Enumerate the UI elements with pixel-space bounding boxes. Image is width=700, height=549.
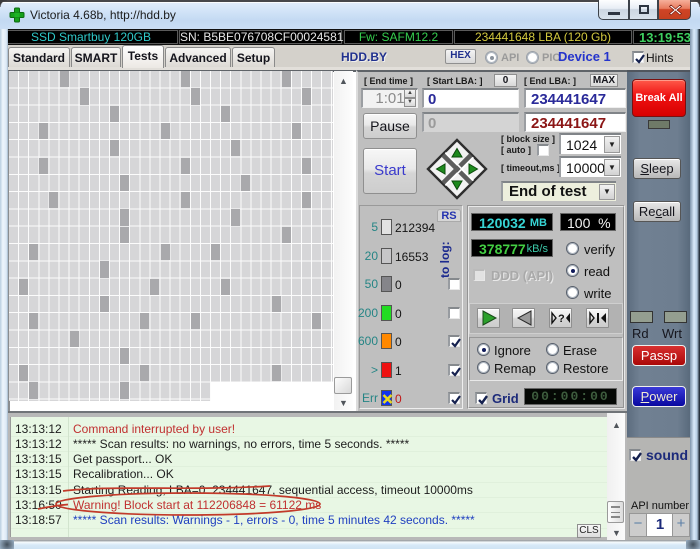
svg-text:?: ? (558, 313, 565, 325)
